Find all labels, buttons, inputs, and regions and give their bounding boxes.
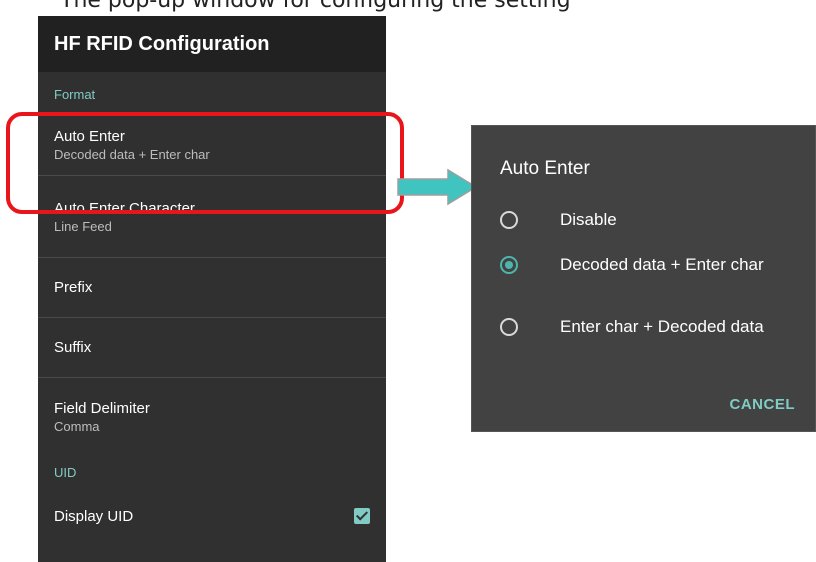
app-bar-title: HF RFID Configuration: [54, 32, 270, 55]
page-caption: The pop-up window for configuring the se…: [60, 0, 571, 13]
pref-suffix[interactable]: Suffix: [38, 318, 386, 378]
pref-suffix-title: Suffix: [54, 339, 92, 356]
display-uid-checkbox[interactable]: [354, 508, 370, 524]
dialog-option-disable[interactable]: Disable: [500, 209, 800, 231]
dialog-title: Auto Enter: [500, 158, 590, 179]
pref-field-delimiter[interactable]: Field Delimiter Comma: [38, 378, 386, 456]
section-header-format: Format: [54, 87, 96, 102]
cancel-button[interactable]: CANCEL: [730, 396, 796, 413]
pref-prefix-title: Prefix: [54, 279, 93, 296]
radio-disable[interactable]: [500, 211, 518, 229]
pref-field-delimiter-title: Field Delimiter: [54, 400, 150, 417]
arrow-right-icon: [397, 168, 478, 206]
dialog-option-label: Decoded data + Enter char: [560, 255, 764, 274]
auto-enter-dialog: Auto Enter Disable Decoded data + Enter …: [471, 125, 816, 432]
radio-decoded-enter[interactable]: [500, 256, 518, 274]
pref-prefix[interactable]: Prefix: [38, 258, 386, 318]
section-header-uid: UID: [54, 465, 77, 480]
pref-display-uid[interactable]: Display UID: [38, 496, 386, 536]
pref-field-delimiter-summary: Comma: [54, 419, 100, 434]
settings-screen: HF RFID Configuration Format Auto Enter …: [38, 16, 386, 562]
dialog-option-label: Disable: [560, 210, 617, 229]
app-bar: HF RFID Configuration: [38, 16, 386, 72]
dialog-option-label: Enter char + Decoded data: [560, 317, 764, 336]
highlight-outline: [6, 112, 404, 214]
pref-display-uid-title: Display UID: [54, 507, 134, 525]
pref-auto-enter-character-summary: Line Feed: [54, 218, 112, 234]
radio-enter-decoded[interactable]: [500, 318, 518, 336]
dialog-option-enter-decoded[interactable]: Enter char + Decoded data: [500, 316, 800, 338]
dialog-option-decoded-enter[interactable]: Decoded data + Enter char: [500, 254, 800, 276]
